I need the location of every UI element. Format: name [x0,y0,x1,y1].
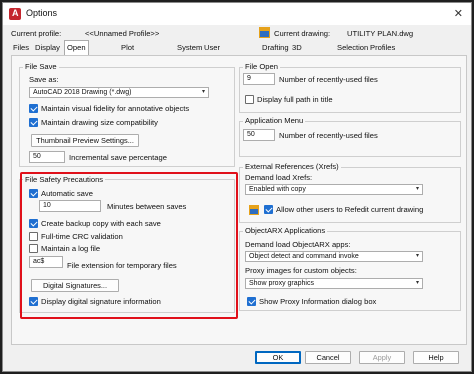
objectarx-title: ObjectARX Applications [243,226,328,235]
help-button[interactable]: Help [413,351,459,364]
chevron-down-icon: ▾ [415,280,419,286]
recent-files-label: Number of recently-used files [279,75,378,84]
proxy-images-label: Proxy images for custom objects: [245,266,357,275]
tab-selection[interactable]: Selection [335,41,370,54]
display-full-path-label: Display full path in title [257,95,333,104]
title-bar: Options ✕ [3,3,471,25]
tab-drafting[interactable]: Drafting [260,41,291,54]
application-menu-title: Application Menu [243,116,306,125]
chevron-down-icon: ▾ [415,186,419,192]
tab-profiles[interactable]: Profiles [368,41,397,54]
autocad-app-icon [9,8,21,20]
tab-open-and-save[interactable]: Open and Save [64,40,89,78]
apply-button[interactable]: Apply [359,351,405,364]
maintain-drawing-size-checkbox[interactable] [29,118,38,127]
allow-refedit-label: Allow other users to Refedit current dra… [276,205,424,214]
tab-user-preferences[interactable]: User Preferences [202,41,247,65]
demand-load-arx-value: Object detect and command invoke [249,253,359,260]
drawing-label: Current drawing: [274,29,331,38]
options-dialog: Options ✕ Current profile: <<Unnamed Pro… [2,2,472,372]
show-proxy-dialog-label: Show Proxy Information dialog box [259,297,377,306]
xrefs-title: External References (Xrefs) [243,162,341,171]
tab-plot-and-publish[interactable]: Plot and Publish [119,41,148,78]
thumbnail-preview-button[interactable]: Thumbnail Preview Settings... [31,134,139,147]
save-as-label: Save as: [29,75,59,84]
drawing-file-icon [259,27,270,38]
app-menu-recent-label: Number of recently-used files [279,131,378,140]
demand-load-xrefs-label: Demand load Xrefs: [245,173,313,182]
recent-files-input[interactable]: 9 [243,73,275,85]
xref-icon [249,205,259,215]
show-proxy-dialog-checkbox[interactable] [247,297,256,306]
app-menu-recent-input[interactable]: 50 [243,129,275,141]
incremental-save-label: Incremental save percentage [69,153,167,162]
chevron-down-icon: ▾ [415,253,419,259]
file-save-title: File Save [23,62,59,71]
tab-files[interactable]: Files [11,41,31,54]
ok-button[interactable]: OK [255,351,301,364]
tab-3d-modeling[interactable]: 3D Modeling [290,41,325,65]
maintain-visual-fidelity-checkbox[interactable] [29,104,38,113]
window-title: Options [26,8,58,18]
cancel-button[interactable]: Cancel [305,351,351,364]
demand-load-arx-label: Demand load ObjectARX apps: [245,240,351,249]
incremental-save-input[interactable]: 50 [29,151,65,163]
save-as-value: AutoCAD 2018 Drawing (*.dwg) [33,89,132,96]
maintain-visual-fidelity-label: Maintain visual fidelity for annotative … [41,104,190,113]
proxy-images-select[interactable]: Show proxy graphics ▾ [245,278,423,289]
profile-value: <<Unnamed Profile>> [85,29,160,38]
save-as-select[interactable]: AutoCAD 2018 Drawing (*.dwg) ▾ [29,87,209,98]
allow-refedit-checkbox[interactable] [264,205,273,214]
demand-load-xrefs-value: Enabled with copy [249,186,306,193]
display-full-path-checkbox[interactable] [245,95,254,104]
highlight-box [20,172,238,319]
tab-display[interactable]: Display [33,41,62,54]
drawing-value: UTILITY PLAN.dwg [347,29,414,38]
chevron-down-icon: ▾ [201,89,205,95]
file-open-title: File Open [243,62,280,71]
profile-label: Current profile: [11,29,62,38]
proxy-images-value: Show proxy graphics [249,280,314,287]
demand-load-xrefs-select[interactable]: Enabled with copy ▾ [245,184,423,195]
demand-load-arx-select[interactable]: Object detect and command invoke ▾ [245,251,423,262]
close-icon[interactable]: ✕ [454,7,463,20]
tab-system[interactable]: System [175,41,204,54]
maintain-drawing-size-label: Maintain drawing size compatibility [41,118,158,127]
